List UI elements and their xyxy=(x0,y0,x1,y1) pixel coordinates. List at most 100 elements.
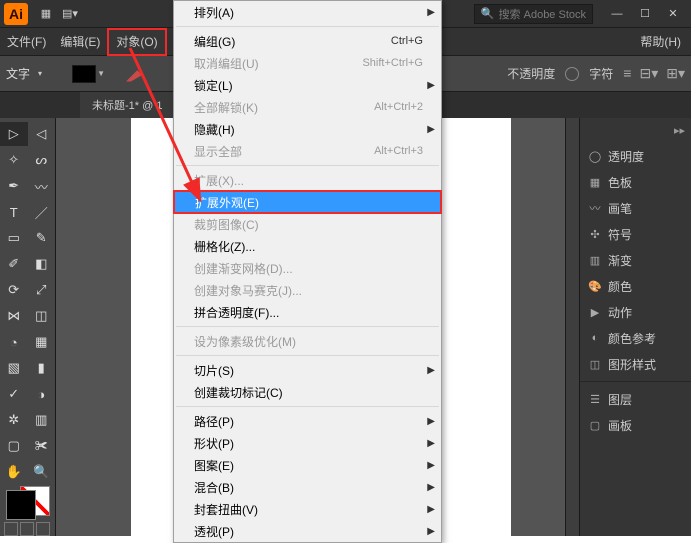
mode-none-icon[interactable] xyxy=(36,522,50,536)
rotate-tool[interactable]: ⟳ xyxy=(0,278,28,302)
panel-artboards[interactable]: ▢画板 xyxy=(580,412,691,438)
width-tool[interactable]: ⋈ xyxy=(0,304,28,328)
shape-builder-tool[interactable]: ◔ xyxy=(0,330,28,354)
zoom-tool[interactable]: 🔍 xyxy=(28,460,56,484)
selection-tool[interactable]: ▷ xyxy=(0,122,28,146)
panel-color-guide[interactable]: ◐颜色参考 xyxy=(580,325,691,351)
ctrl-icons: ≡ ⊟▾ ⊞▾ xyxy=(623,65,685,82)
free-transform-tool[interactable]: ◫ xyxy=(28,304,56,328)
panel-label: 画板 xyxy=(608,417,632,434)
direct-selection-tool[interactable]: ◁ xyxy=(28,122,56,146)
minimize-button[interactable]: — xyxy=(603,3,631,25)
type-tool[interactable]: T xyxy=(0,200,28,224)
gradient-tool[interactable]: ▮ xyxy=(28,356,56,380)
fill-swatch[interactable] xyxy=(72,65,96,83)
dd-trim-marks[interactable]: 创建裁切标记(C) xyxy=(174,381,441,403)
eyedropper-tool[interactable]: ✓ xyxy=(0,382,28,406)
panels-dock: ▸▸ ◯透明度 ▦色板 〰画笔 ✣符号 ▥渐变 🎨颜色 ▶动作 ◐颜色参考 ◫图… xyxy=(579,118,691,536)
dd-gradient-mesh[interactable]: 创建渐变网格(D)... xyxy=(174,257,441,279)
panel-transparency[interactable]: ◯透明度 xyxy=(580,143,691,169)
dd-arrange[interactable]: 排列(A)▶ xyxy=(174,1,441,23)
dd-pattern[interactable]: 图案(E)▶ xyxy=(174,454,441,476)
menu-edit[interactable]: 编辑(E) xyxy=(53,28,107,56)
dd-flatten[interactable]: 拼合透明度(F)... xyxy=(174,301,441,323)
dd-ungroup[interactable]: 取消编组(U)Shift+Ctrl+G xyxy=(174,52,441,74)
submenu-arrow-icon: ▶ xyxy=(427,482,435,493)
panel-actions[interactable]: ▶动作 xyxy=(580,299,691,325)
close-button[interactable]: ✕ xyxy=(659,3,687,25)
panel-brushes[interactable]: 〰画笔 xyxy=(580,195,691,221)
dd-envelope[interactable]: 封套扭曲(V)▶ xyxy=(174,498,441,520)
slice-tool[interactable]: ✀ xyxy=(28,434,56,458)
dd-pixel-perfect[interactable]: 设为像素级优化(M) xyxy=(174,330,441,352)
dd-blend[interactable]: 混合(B)▶ xyxy=(174,476,441,498)
dd-object-mosaic[interactable]: 创建对象马赛克(J)... xyxy=(174,279,441,301)
dd-show-all[interactable]: 显示全部Alt+Ctrl+3 xyxy=(174,140,441,162)
perspective-tool[interactable]: ▦ xyxy=(28,330,56,354)
submenu-arrow-icon: ▶ xyxy=(427,80,435,91)
fill-stroke-swatch[interactable] xyxy=(6,490,50,516)
line-tool[interactable]: ／ xyxy=(28,200,56,224)
panel-graphic-styles[interactable]: ◫图形样式 xyxy=(580,351,691,377)
panel-label: 图形样式 xyxy=(608,356,656,373)
dd-group[interactable]: 编组(G)Ctrl+G xyxy=(174,30,441,52)
rectangle-tool[interactable]: ▭ xyxy=(0,226,28,250)
dd-path[interactable]: 路径(P)▶ xyxy=(174,410,441,432)
dd-expand[interactable]: 扩展(X)... xyxy=(174,169,441,191)
dd-perspective[interactable]: 透视(P)▶ xyxy=(174,520,441,542)
menu-object[interactable]: 对象(O) xyxy=(107,28,166,56)
ctrl-mode-caret-icon[interactable]: ▾ xyxy=(38,69,42,78)
eyedropper-icon[interactable] xyxy=(126,66,142,82)
dd-crop-image[interactable]: 裁剪图像(C) xyxy=(174,213,441,235)
doc-tab-1[interactable]: 未标题-1* @ 1 xyxy=(80,92,175,118)
curvature-tool[interactable]: 〰 xyxy=(28,174,56,198)
fill-swatch-big[interactable] xyxy=(6,490,36,520)
opacity-label[interactable]: 不透明度 xyxy=(507,65,555,82)
graph-tool[interactable]: ▥ xyxy=(28,408,56,432)
dd-rasterize[interactable]: 栅格化(Z)... xyxy=(174,235,441,257)
blend-tool[interactable]: ◑ xyxy=(28,382,56,406)
panel-color[interactable]: 🎨颜色 xyxy=(580,273,691,299)
panel-label: 画笔 xyxy=(608,200,632,217)
collapsed-panel-strip[interactable] xyxy=(565,118,579,536)
arrange-docs-icon[interactable]: ▤▾ xyxy=(62,6,78,22)
paintbrush-tool[interactable]: ✎ xyxy=(28,226,56,250)
color-icon: 🎨 xyxy=(588,279,602,293)
hand-tool[interactable]: ✋ xyxy=(0,460,28,484)
dd-expand-appearance[interactable]: 扩展外观(E) xyxy=(173,190,442,214)
dd-shape[interactable]: 形状(P)▶ xyxy=(174,432,441,454)
panel-label: 色板 xyxy=(608,174,632,191)
symbol-sprayer-tool[interactable]: ✲ xyxy=(0,408,28,432)
lasso-tool[interactable]: ᔕ xyxy=(28,148,56,172)
dd-slice[interactable]: 切片(S)▶ xyxy=(174,359,441,381)
menu-file[interactable]: 文件(F) xyxy=(0,28,53,56)
panel-symbols[interactable]: ✣符号 xyxy=(580,221,691,247)
bridge-icon[interactable]: ▦ xyxy=(38,6,54,22)
eraser-tool[interactable]: ◧ xyxy=(28,252,56,276)
globe-icon[interactable] xyxy=(565,67,579,81)
artboard-tool[interactable]: ▢ xyxy=(0,434,28,458)
mode-gradient-icon[interactable] xyxy=(20,522,34,536)
panel-gradient[interactable]: ▥渐变 xyxy=(580,247,691,273)
actions-icon: ▶ xyxy=(588,305,602,319)
stock-search[interactable]: 🔍 搜索 Adobe Stock xyxy=(474,4,593,24)
maximize-button[interactable]: ☐ xyxy=(631,3,659,25)
magic-wand-tool[interactable]: ✧ xyxy=(0,148,28,172)
dock-collapse-icon[interactable]: ▸▸ xyxy=(674,124,685,137)
panel-layers[interactable]: ☰图层 xyxy=(580,386,691,412)
pen-tool[interactable]: ✒ xyxy=(0,174,28,198)
panel-swatches[interactable]: ▦色板 xyxy=(580,169,691,195)
align-icon[interactable]: ⊟▾ xyxy=(639,65,658,82)
scale-tool[interactable]: ⤢ xyxy=(28,278,56,302)
mesh-tool[interactable]: ▧ xyxy=(0,356,28,380)
submenu-arrow-icon: ▶ xyxy=(427,504,435,515)
dd-lock[interactable]: 锁定(L)▶ xyxy=(174,74,441,96)
menu-help[interactable]: 帮助(H) xyxy=(630,28,691,56)
shaper-tool[interactable]: ✐ xyxy=(0,252,28,276)
transform-icon[interactable]: ⊞▾ xyxy=(666,65,685,82)
mode-color-icon[interactable] xyxy=(4,522,18,536)
dd-hide[interactable]: 隐藏(H)▶ xyxy=(174,118,441,140)
paragraph-icon[interactable]: ≡ xyxy=(623,65,631,82)
dd-unlock-all[interactable]: 全部解锁(K)Alt+Ctrl+2 xyxy=(174,96,441,118)
character-label[interactable]: 字符 xyxy=(589,65,613,82)
